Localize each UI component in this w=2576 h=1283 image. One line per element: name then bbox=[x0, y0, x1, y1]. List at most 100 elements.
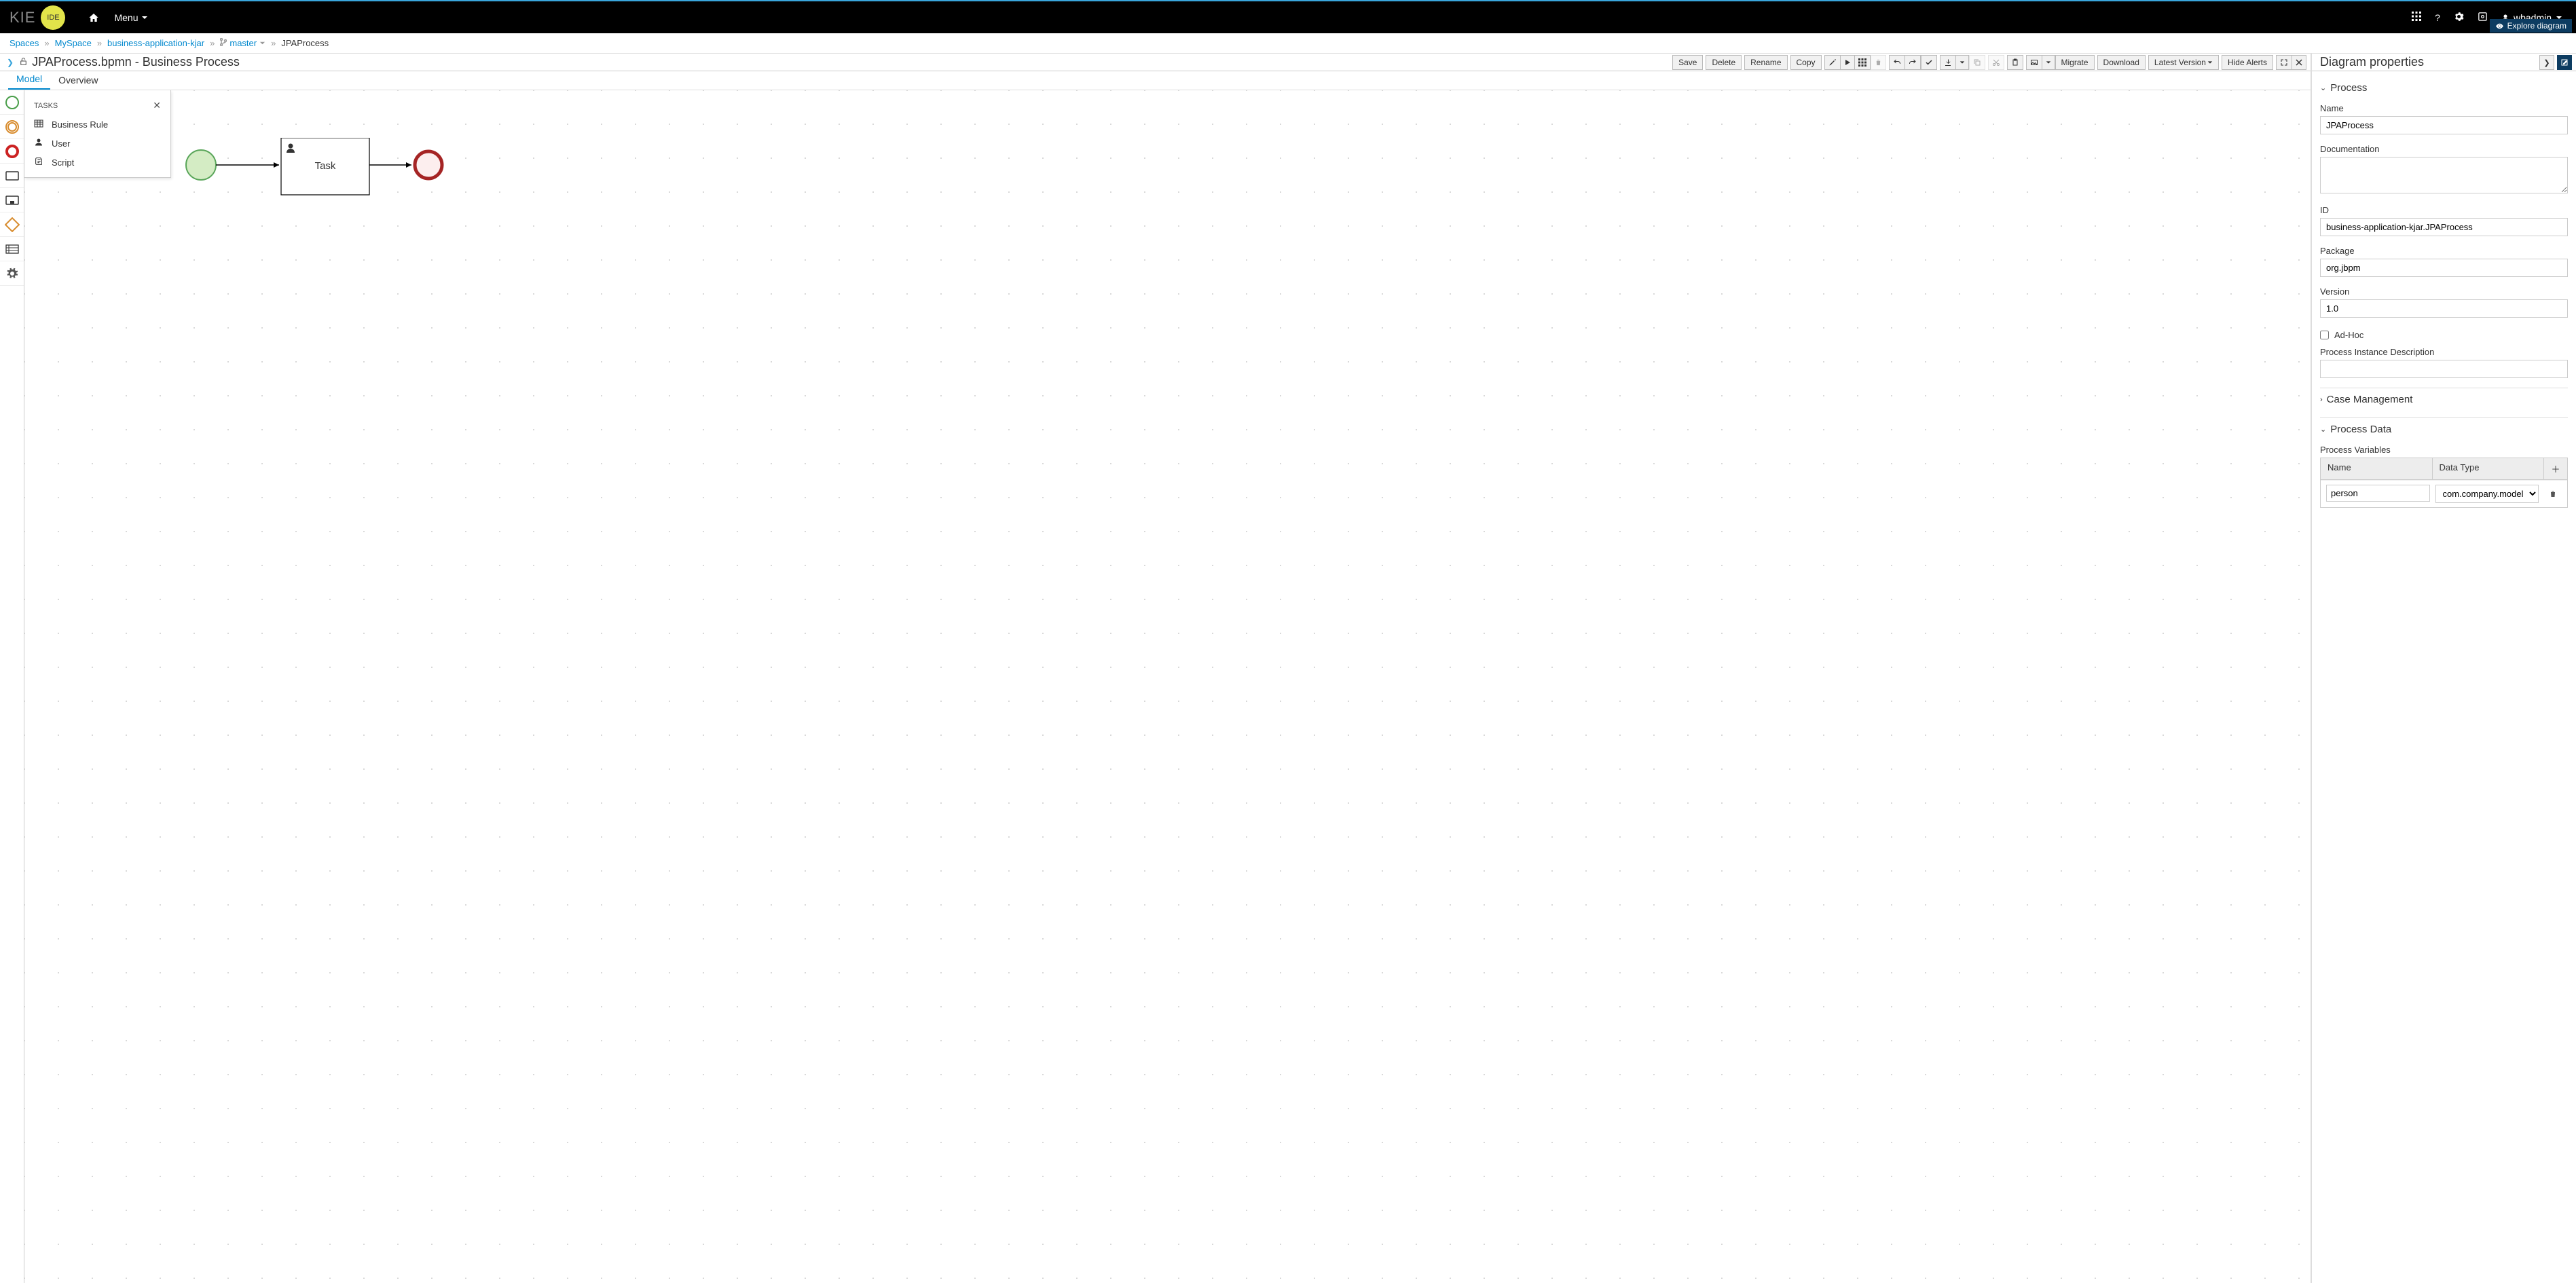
paste-icon[interactable] bbox=[2007, 55, 2023, 70]
palette-popup: TASKS ✕ Business Rule User Script bbox=[24, 90, 171, 178]
logo-kie: KIE bbox=[10, 9, 35, 26]
palette-item-script[interactable]: Script bbox=[24, 153, 170, 172]
help-icon[interactable]: ? bbox=[2435, 12, 2440, 23]
canvas[interactable]: Task bbox=[24, 90, 2311, 1283]
trash-icon[interactable] bbox=[1871, 55, 1886, 70]
pencil-icon[interactable] bbox=[1824, 55, 1841, 70]
top-bar: KIE IDE Menu ? wbadmin bbox=[0, 0, 2576, 33]
input-pid[interactable] bbox=[2320, 360, 2568, 378]
palette-task[interactable] bbox=[0, 164, 24, 188]
palette bbox=[0, 90, 24, 1283]
close-icon[interactable] bbox=[2292, 55, 2306, 70]
lock-icon bbox=[19, 57, 28, 68]
input-documentation[interactable] bbox=[2320, 157, 2568, 193]
add-variable-button[interactable]: ＋ bbox=[2544, 458, 2567, 479]
logo: KIE IDE bbox=[0, 5, 75, 30]
section-case-management[interactable]: › Case Management bbox=[2320, 388, 2568, 411]
chevron-right-icon: › bbox=[2320, 396, 2323, 404]
tab-model[interactable]: Model bbox=[8, 69, 50, 90]
user-icon bbox=[34, 138, 43, 149]
input-id[interactable] bbox=[2320, 218, 2568, 236]
task-label: Task bbox=[315, 160, 336, 172]
apps-icon[interactable] bbox=[2412, 12, 2421, 23]
palette-lane[interactable] bbox=[0, 237, 24, 261]
col-datatype: Data Type bbox=[2433, 458, 2545, 479]
start-event-node bbox=[186, 150, 216, 180]
bc-current: JPAProcess bbox=[281, 38, 329, 48]
label-adhoc: Ad-Hoc bbox=[2334, 330, 2363, 340]
download-button[interactable]: Download bbox=[2097, 55, 2146, 70]
palette-item-user[interactable]: User bbox=[24, 134, 170, 153]
hide-alerts-button[interactable]: Hide Alerts bbox=[2222, 55, 2273, 70]
copy-button[interactable]: Copy bbox=[1790, 55, 1822, 70]
palette-popup-close-icon[interactable]: ✕ bbox=[153, 100, 161, 111]
image-icon[interactable] bbox=[2026, 55, 2042, 70]
palette-popup-title: TASKS bbox=[34, 102, 58, 110]
checkbox-adhoc[interactable] bbox=[2320, 331, 2329, 339]
var-name-input[interactable] bbox=[2326, 485, 2430, 502]
palette-settings[interactable] bbox=[0, 261, 24, 286]
collapse-props-icon[interactable]: ❯ bbox=[2539, 55, 2554, 70]
label-package: Package bbox=[2320, 246, 2568, 256]
end-event-node bbox=[415, 151, 442, 179]
home-icon[interactable] bbox=[88, 12, 99, 23]
menu-dropdown[interactable]: Menu bbox=[114, 12, 147, 23]
copy-clipboard-icon[interactable] bbox=[1969, 55, 1985, 70]
palette-intermediate-event[interactable] bbox=[0, 115, 24, 139]
editor-title: JPAProcess.bpmn - Business Process bbox=[32, 55, 240, 69]
rename-button[interactable]: Rename bbox=[1744, 55, 1787, 70]
variable-row: com.company.model. bbox=[2321, 480, 2567, 507]
palette-end-event[interactable] bbox=[0, 139, 24, 164]
palette-item-business-rule[interactable]: Business Rule bbox=[24, 115, 170, 134]
explore-diagram-button[interactable]: Explore diagram bbox=[2490, 19, 2572, 33]
var-type-select[interactable]: com.company.model. bbox=[2435, 485, 2539, 503]
section-process[interactable]: ⌄ Process bbox=[2320, 77, 2568, 99]
play-icon[interactable] bbox=[1841, 55, 1855, 70]
bc-project[interactable]: business-application-kjar bbox=[107, 38, 204, 48]
logo-ide: IDE bbox=[41, 5, 65, 30]
table-icon bbox=[34, 119, 43, 130]
validate-icon[interactable] bbox=[1921, 55, 1937, 70]
chevron-down-icon: ⌄ bbox=[2320, 425, 2326, 434]
download-icon[interactable] bbox=[1940, 55, 1956, 70]
bc-spaces[interactable]: Spaces bbox=[10, 38, 39, 48]
bpmn-diagram: Task bbox=[181, 138, 466, 219]
branch-caret-icon[interactable] bbox=[259, 38, 265, 48]
props-title: Diagram properties bbox=[2320, 55, 2424, 69]
palette-subprocess[interactable] bbox=[0, 188, 24, 212]
migrate-button[interactable]: Migrate bbox=[2055, 55, 2095, 70]
admin-icon[interactable] bbox=[2478, 12, 2488, 24]
save-button[interactable]: Save bbox=[1672, 55, 1703, 70]
image-caret-icon[interactable] bbox=[2042, 55, 2055, 70]
input-package[interactable] bbox=[2320, 259, 2568, 277]
cut-icon[interactable] bbox=[1988, 55, 2004, 70]
download-caret-icon[interactable] bbox=[1956, 55, 1969, 70]
grid-icon[interactable] bbox=[1855, 55, 1871, 70]
label-name: Name bbox=[2320, 103, 2568, 113]
palette-start-event[interactable] bbox=[0, 90, 24, 115]
delete-button[interactable]: Delete bbox=[1706, 55, 1742, 70]
label-id: ID bbox=[2320, 205, 2568, 215]
input-name[interactable] bbox=[2320, 116, 2568, 134]
branch-icon bbox=[220, 38, 227, 48]
section-process-data[interactable]: ⌄ Process Data bbox=[2320, 417, 2568, 441]
label-pid: Process Instance Description bbox=[2320, 347, 2568, 357]
expand-icon[interactable] bbox=[2276, 55, 2292, 70]
breadcrumb: Spaces » MySpace » business-application-… bbox=[0, 33, 2576, 54]
edit-props-icon[interactable] bbox=[2557, 55, 2572, 70]
label-process-variables: Process Variables bbox=[2320, 445, 2568, 455]
delete-variable-button[interactable] bbox=[2541, 483, 2564, 504]
bc-branch[interactable]: master bbox=[229, 38, 257, 48]
bc-myspace[interactable]: MySpace bbox=[55, 38, 92, 48]
label-documentation: Documentation bbox=[2320, 144, 2568, 154]
redo-icon[interactable] bbox=[1905, 55, 1921, 70]
col-name: Name bbox=[2321, 458, 2433, 479]
gear-icon[interactable] bbox=[2454, 12, 2464, 24]
undo-icon[interactable] bbox=[1889, 55, 1905, 70]
chevron-down-icon: ⌄ bbox=[2320, 83, 2326, 92]
palette-gateway[interactable] bbox=[0, 212, 24, 237]
expand-panel-icon[interactable]: ❯ bbox=[4, 58, 16, 67]
latest-version-button[interactable]: Latest Version bbox=[2148, 55, 2219, 70]
tab-overview[interactable]: Overview bbox=[50, 71, 106, 90]
input-version[interactable] bbox=[2320, 299, 2568, 318]
